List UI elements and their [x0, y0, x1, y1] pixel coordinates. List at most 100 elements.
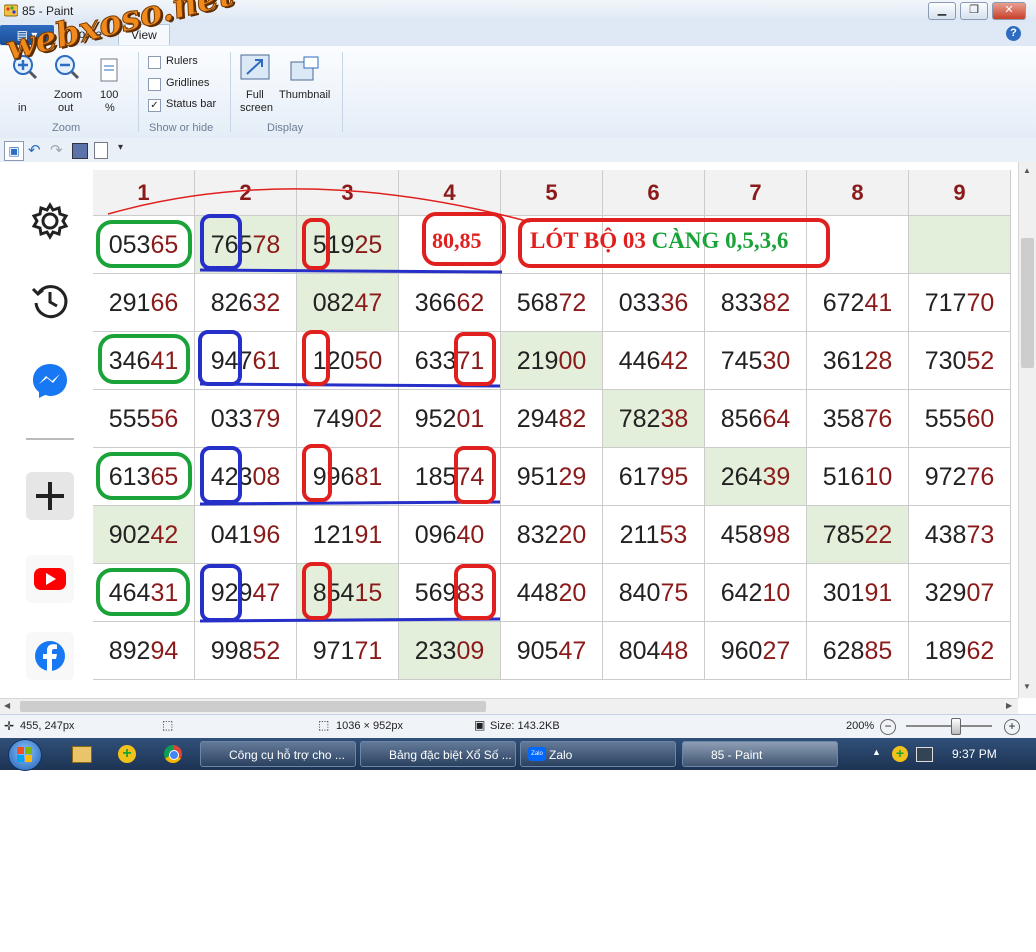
grid-cell: 55556: [93, 390, 195, 448]
print-preview-icon[interactable]: [94, 142, 108, 159]
grid-cell: 36662: [399, 274, 501, 332]
ribbon-separator: [342, 52, 343, 132]
add-plus-icon: [26, 472, 74, 520]
image-dimensions-icon: ⬚: [318, 718, 330, 732]
grid-cell: 44820: [501, 564, 603, 622]
undo-icon[interactable]: ↶: [28, 141, 41, 159]
lottery-grid: 1 2 3 4 5 6 7 8 9 05365 76578 51925 29166 82632 08247 3…: [93, 170, 1013, 698]
minimize-button[interactable]: ▁: [928, 2, 956, 20]
vertical-scrollbar[interactable]: ▲ ▼: [1018, 162, 1036, 698]
grid-cell: 23309: [399, 622, 501, 680]
zoom-out-button[interactable]: −: [880, 719, 896, 735]
paint-menu-icon[interactable]: ▣: [4, 141, 24, 161]
thumbnail-icon[interactable]: [290, 56, 320, 84]
scroll-right-arrow-icon[interactable]: ▶: [1006, 701, 1012, 710]
clock[interactable]: 9:37 PM: [952, 747, 997, 761]
grid-cell: 90547: [501, 622, 603, 680]
help-icon[interactable]: ?: [1006, 26, 1021, 41]
grid-cell: 61795: [603, 448, 705, 506]
grid-cell: 35876: [807, 390, 909, 448]
vertical-scroll-thumb[interactable]: [1021, 238, 1034, 368]
chrome-taskbar-icon[interactable]: [164, 745, 182, 763]
grid-cell: 61365: [93, 448, 195, 506]
column-header: 2: [195, 170, 297, 216]
zoom-level: 200%: [846, 720, 875, 732]
grid-cell: 05365: [93, 216, 195, 274]
start-button[interactable]: [8, 739, 42, 771]
zalo-taskbar-icon: Zalo: [528, 747, 546, 761]
grid-cell: 46431: [93, 564, 195, 622]
scroll-left-arrow-icon[interactable]: ◀: [4, 701, 10, 710]
grid-cell: 97171: [297, 622, 399, 680]
grid-cell: 90242: [93, 506, 195, 564]
scroll-up-arrow-icon[interactable]: ▲: [1023, 166, 1031, 175]
grid-cell: 26439: [705, 448, 807, 506]
taskbar-item-label: Công cụ hỗ trợ cho ...: [229, 748, 345, 762]
grid-cell: 89294: [93, 622, 195, 680]
network-icon[interactable]: [916, 747, 933, 762]
horizontal-scroll-thumb[interactable]: [20, 701, 486, 712]
grid-cell: 03336: [603, 274, 705, 332]
statusbar-checkbox[interactable]: ✓: [148, 99, 161, 112]
save-icon[interactable]: [72, 143, 88, 159]
grid-cell: 73052: [909, 332, 1011, 390]
cursor-position-icon: ✛: [4, 719, 15, 733]
image-sidebar: [6, 162, 92, 698]
zoom-in-button[interactable]: +: [1004, 719, 1020, 735]
zoom-group-label: Zoom: [52, 122, 81, 134]
maximize-button[interactable]: ❐: [960, 2, 988, 20]
grid-cell: 80448: [603, 622, 705, 680]
show-hide-group-label: Show or hide: [149, 122, 214, 134]
green-plus-taskbar-icon[interactable]: +: [118, 745, 136, 763]
hundred-percent-icon[interactable]: [100, 58, 118, 82]
column-header: 7: [705, 170, 807, 216]
grid-cell: 29166: [93, 274, 195, 332]
zoom-slider-thumb[interactable]: [951, 718, 961, 735]
customize-dropdown-icon[interactable]: ▾: [118, 142, 123, 153]
show-hidden-icons-icon[interactable]: ▲: [872, 747, 881, 757]
paint-app-icon: [3, 4, 19, 17]
grid-cell: 82632: [195, 274, 297, 332]
grid-cell: 36128: [807, 332, 909, 390]
grid-cell: 51610: [807, 448, 909, 506]
column-header: 6: [603, 170, 705, 216]
grid-cell: 12050: [297, 332, 399, 390]
quick-access-toolbar: ▣ ↶ ↷ ▾: [0, 138, 1036, 163]
grid-cell: 56983: [399, 564, 501, 622]
horizontal-scrollbar[interactable]: ◀ ▶: [0, 698, 1018, 715]
hundred-percent-label-2: %: [105, 102, 115, 114]
paint-canvas[interactable]: 1 2 3 4 5 6 7 8 9 05365 76578 51925 29166 82632 08247 3…: [0, 162, 1036, 698]
grid-cell: 85415: [297, 564, 399, 622]
column-header: 9: [909, 170, 1011, 216]
taskbar-item-paint[interactable]: 85 - Paint: [682, 741, 838, 767]
grid-cell: 18962: [909, 622, 1011, 680]
grid-cell: 74530: [705, 332, 807, 390]
zoom-out-icon[interactable]: [54, 54, 80, 80]
history-clock-icon: [29, 280, 71, 322]
redo-icon[interactable]: ↷: [50, 141, 63, 159]
selection-size-icon: ⬚: [162, 718, 174, 732]
grid-cell: 62885: [807, 622, 909, 680]
tray-app-icon[interactable]: +: [892, 746, 908, 762]
taskbar-item-cong-cu[interactable]: Công cụ hỗ trợ cho ...: [200, 741, 356, 767]
grid-cell: 96027: [705, 622, 807, 680]
fullscreen-label-2: screen: [240, 102, 274, 114]
grid-cell: 43873: [909, 506, 1011, 564]
grid-cell: [501, 216, 603, 274]
scroll-down-arrow-icon[interactable]: ▼: [1023, 682, 1031, 691]
taskbar-item-bang-dac-biet[interactable]: Bảng đặc biệt Xổ Số ...: [360, 741, 516, 767]
grid-cell: 78522: [807, 506, 909, 564]
grid-cell: 56872: [501, 274, 603, 332]
status-bar: ✛ 455, 247px ⬚ ⬚ 1036 × 952px ▣ Size: 14…: [0, 714, 1036, 739]
grid-cell: 42308: [195, 448, 297, 506]
zoom-out-label-1: Zoom: [54, 89, 83, 101]
explorer-taskbar-icon[interactable]: [72, 746, 92, 763]
zoom-slider-track[interactable]: [906, 725, 992, 727]
grid-cell: 99852: [195, 622, 297, 680]
rulers-checkbox[interactable]: [148, 56, 161, 69]
windows-taskbar: + Công cụ hỗ trợ cho ... Bảng đặc biệt X…: [0, 738, 1036, 771]
gridlines-checkbox[interactable]: [148, 78, 161, 91]
close-button[interactable]: ✕: [992, 2, 1026, 20]
fullscreen-icon[interactable]: [240, 54, 270, 82]
grid-cell: 44642: [603, 332, 705, 390]
